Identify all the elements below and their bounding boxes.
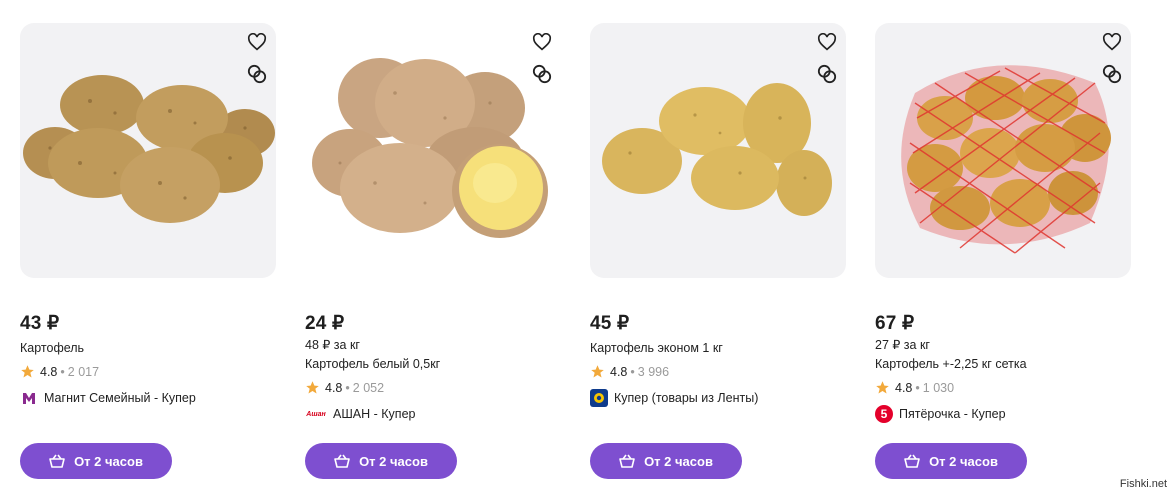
- rating: 4.8 • 3 996: [590, 364, 669, 379]
- store-name: Купер (товары из Ленты): [614, 391, 759, 405]
- review-count: 2 017: [67, 364, 100, 379]
- review-count: 1 030: [922, 380, 955, 395]
- store-name: Магнит Семейный - Купер: [44, 391, 196, 405]
- product-card[interactable]: 43 ₽ Картофель 4.8 • 2 017 Магнит Семейн…: [20, 0, 276, 495]
- basket-icon: [904, 454, 920, 468]
- heart-icon[interactable]: [816, 31, 838, 53]
- rating: 4.8 • 2 052: [305, 380, 384, 395]
- delivery-button[interactable]: От 2 часов: [590, 443, 742, 479]
- rating: 4.8 • 2 017: [20, 364, 99, 379]
- lenta-logo: [590, 389, 608, 407]
- delivery-button[interactable]: От 2 часов: [20, 443, 172, 479]
- compare-icon[interactable]: [531, 63, 553, 85]
- price: 43 ₽: [20, 313, 60, 334]
- product-image[interactable]: [875, 23, 1131, 278]
- price-per-kg: 27 ₽ за кг: [875, 338, 930, 352]
- store-name: Пятёрочка - Купер: [899, 407, 1006, 421]
- product-name[interactable]: Картофель: [20, 341, 84, 355]
- basket-icon: [619, 454, 635, 468]
- compare-icon[interactable]: [1101, 63, 1123, 85]
- store[interactable]: 5 Пятёрочка - Купер: [875, 405, 1006, 423]
- review-count: 3 996: [637, 364, 670, 379]
- magnit-logo: [20, 389, 38, 407]
- store[interactable]: Ашан АШАН - Купер: [305, 405, 415, 423]
- product-image[interactable]: [590, 23, 846, 278]
- price: 45 ₽: [590, 313, 630, 334]
- delivery-label: От 2 часов: [359, 453, 428, 469]
- delivery-label: От 2 часов: [644, 453, 713, 469]
- price: 67 ₽: [875, 313, 915, 334]
- basket-icon: [49, 454, 65, 468]
- delivery-button[interactable]: От 2 часов: [305, 443, 457, 479]
- product-card[interactable]: 24 ₽ 48 ₽ за кг Картофель белый 0,5кг 4.…: [305, 0, 561, 495]
- heart-icon[interactable]: [1101, 31, 1123, 53]
- product-image[interactable]: [305, 23, 561, 278]
- product-name[interactable]: Картофель +-2,25 кг сетка: [875, 357, 1027, 371]
- rating-separator: •: [60, 364, 65, 379]
- product-grid: 43 ₽ Картофель 4.8 • 2 017 Магнит Семейн…: [0, 0, 1173, 495]
- auchan-logo: Ашан: [306, 410, 326, 418]
- review-count: 2 052: [352, 380, 385, 395]
- watermark: Fishki.net: [1119, 478, 1167, 490]
- delivery-label: От 2 часов: [929, 453, 998, 469]
- product-name[interactable]: Картофель эконом 1 кг: [590, 341, 723, 355]
- star-icon: [306, 381, 319, 394]
- product-card[interactable]: 67 ₽ 27 ₽ за кг Картофель +-2,25 кг сетк…: [875, 0, 1131, 495]
- star-icon: [21, 365, 34, 378]
- rating-value: 4.8: [40, 364, 58, 379]
- rating-value: 4.8: [325, 380, 343, 395]
- store[interactable]: Купер (товары из Ленты): [590, 389, 758, 407]
- rating-value: 4.8: [895, 380, 913, 395]
- store-name: АШАН - Купер: [333, 407, 416, 421]
- rating-separator: •: [915, 380, 920, 395]
- store[interactable]: Магнит Семейный - Купер: [20, 389, 196, 407]
- compare-icon[interactable]: [246, 63, 268, 85]
- heart-icon[interactable]: [531, 31, 553, 53]
- delivery-button[interactable]: От 2 часов: [875, 443, 1027, 479]
- basket-icon: [334, 454, 350, 468]
- price-per-kg: 48 ₽ за кг: [305, 338, 360, 352]
- delivery-label: От 2 часов: [74, 453, 143, 469]
- product-card[interactable]: 45 ₽ Картофель эконом 1 кг 4.8 • 3 996 К…: [590, 0, 846, 495]
- compare-icon[interactable]: [816, 63, 838, 85]
- price: 24 ₽: [305, 313, 345, 334]
- product-image[interactable]: [20, 23, 276, 278]
- heart-icon[interactable]: [246, 31, 268, 53]
- rating-separator: •: [345, 380, 350, 395]
- pyaterochka-logo: 5: [875, 405, 893, 423]
- star-icon: [591, 365, 604, 378]
- star-icon: [876, 381, 889, 394]
- product-name[interactable]: Картофель белый 0,5кг: [305, 357, 440, 371]
- rating-value: 4.8: [610, 364, 628, 379]
- rating-separator: •: [630, 364, 635, 379]
- rating: 4.8 • 1 030: [875, 380, 954, 395]
